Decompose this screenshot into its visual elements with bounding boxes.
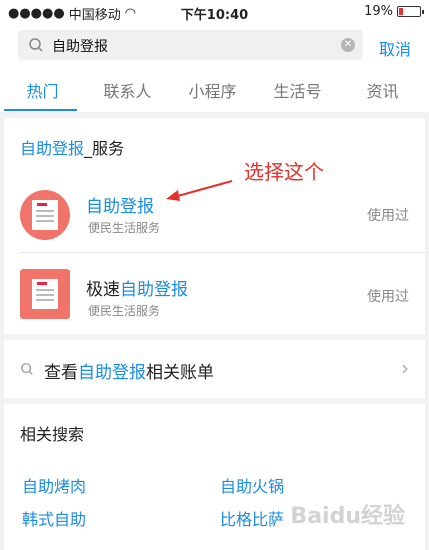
- section-title: 自助登报_服务: [20, 135, 124, 159]
- status-bar: ●●●●● 中国移动 ◠ 下午10:40 19%: [0, 0, 429, 24]
- clear-icon[interactable]: ✕: [341, 38, 355, 52]
- arrow-icon: [166, 180, 233, 201]
- search-query: 自助登报: [52, 39, 108, 55]
- bill-highlight: 自助登报: [78, 363, 146, 383]
- tab-bar: 热门 联系人 小程序 生活号 资讯: [0, 66, 429, 112]
- item-title: 自助登报: [86, 192, 154, 217]
- tab-mini-programs[interactable]: 小程序: [170, 78, 255, 102]
- section-suffix: _服务: [84, 139, 125, 158]
- newspaper-icon: [20, 269, 70, 319]
- battery-fill: [399, 8, 403, 15]
- related-link[interactable]: 韩式自助: [22, 506, 86, 530]
- battery-info: 19%: [364, 4, 424, 19]
- item-title-highlight: 自助登报: [86, 197, 154, 217]
- used-label: 使用过: [367, 289, 409, 305]
- bill-text: 查看自助登报相关账单: [44, 358, 214, 383]
- chevron-right-icon: ›: [401, 356, 409, 380]
- related-link[interactable]: 自助烤肉: [22, 473, 86, 497]
- item-subtitle: 便民生活服务: [88, 304, 161, 318]
- newspaper-icon: [20, 190, 70, 240]
- search-icon: [29, 38, 43, 52]
- divider: [20, 252, 425, 253]
- item-subtitle: 便民生活服务: [88, 221, 161, 235]
- related-title: 相关搜索: [20, 425, 85, 444]
- cancel-button[interactable]: 取消: [379, 36, 411, 60]
- item-title-highlight: 自助登报: [120, 280, 188, 300]
- tab-underline: [4, 109, 77, 111]
- item-title-prefix: 极速: [86, 280, 120, 300]
- bill-suffix: 相关账单: [146, 363, 214, 383]
- search-icon: [21, 363, 33, 375]
- bill-prefix: 查看: [44, 363, 78, 383]
- section-highlight: 自助登报: [20, 139, 85, 158]
- tab-hot[interactable]: 热门: [0, 78, 85, 102]
- related-link[interactable]: 自助火锅: [220, 473, 284, 497]
- item-title: 极速自助登报: [86, 275, 188, 300]
- service-card: 自助登报_服务 自助登报 便民生活服务 使用过 极速自助登报 便民生活服务 使用…: [4, 118, 425, 334]
- related-link[interactable]: 比格比萨: [220, 506, 284, 530]
- search-bar: 自助登报 ✕ 取消: [0, 24, 429, 66]
- used-label: 使用过: [367, 208, 409, 224]
- tab-news[interactable]: 资讯: [340, 78, 425, 102]
- tab-contacts[interactable]: 联系人: [85, 78, 170, 102]
- bill-row[interactable]: 查看自助登报相关账单 ›: [4, 340, 425, 398]
- tab-life[interactable]: 生活号: [255, 78, 340, 102]
- baidu-watermark: Baidu经验: [290, 504, 405, 529]
- battery-percent: 19%: [364, 4, 393, 19]
- battery-icon: [397, 6, 424, 17]
- annotation-label: 选择这个: [244, 160, 324, 184]
- search-input[interactable]: 自助登报 ✕: [18, 30, 363, 60]
